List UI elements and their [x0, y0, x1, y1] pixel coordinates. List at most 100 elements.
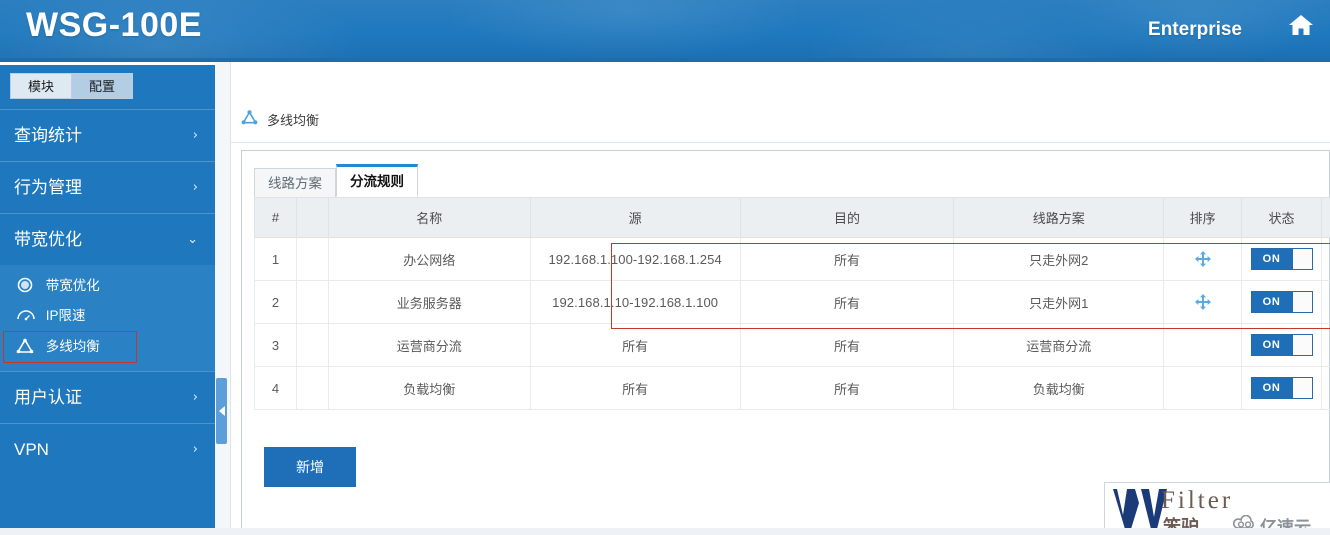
- status-toggle-knob: [1291, 335, 1312, 355]
- cell-spacer: [295, 280, 329, 324]
- sidebar-item-label: 行为管理: [14, 178, 82, 197]
- sidebar-item-label: 带宽优化: [14, 230, 82, 249]
- table-row[interactable]: 4 负载均衡 所有 所有 负载均衡 ON: [254, 366, 1330, 410]
- cell-sort: [1163, 323, 1243, 367]
- cell-name: 办公网络: [327, 237, 531, 281]
- cell-overflow: [1321, 237, 1330, 281]
- cell-sort: [1163, 366, 1243, 410]
- card-tab-bar: 线路方案 分流规则: [254, 164, 418, 199]
- module-tab-modules[interactable]: 模块: [10, 73, 73, 99]
- col-name: 名称: [327, 197, 531, 238]
- cell-name: 负载均衡: [327, 366, 531, 410]
- triangle-network-icon: [241, 109, 258, 130]
- cell-plan: 运营商分流: [953, 323, 1165, 367]
- sidebar-submenu-bandwidth: 带宽优化 IP限速 多线均衡: [0, 265, 215, 371]
- cell-source: 192.168.1.10-192.168.1.100: [529, 280, 741, 324]
- cell-sort[interactable]: [1163, 280, 1243, 324]
- tab-line-plan[interactable]: 线路方案: [254, 168, 336, 199]
- cell-name: 运营商分流: [327, 323, 531, 367]
- status-toggle[interactable]: ON: [1250, 334, 1313, 356]
- chevron-down-icon: ⌄: [187, 232, 198, 247]
- triangle-network-icon: [16, 335, 38, 354]
- cell-overflow: [1321, 366, 1330, 410]
- sidebar-subitem-ip-limit[interactable]: IP限速: [0, 301, 215, 331]
- tab-routing-rules[interactable]: 分流规则: [336, 164, 418, 197]
- col-overflow: [1321, 197, 1330, 238]
- cell-dest: 所有: [739, 366, 955, 410]
- cell-sort[interactable]: [1163, 237, 1243, 281]
- sidebar-item-query-stats[interactable]: 查询统计 ›: [0, 109, 215, 161]
- cell-state[interactable]: ON: [1241, 237, 1323, 281]
- sidebar-subitem-multiline-balance[interactable]: 多线均衡: [3, 331, 137, 363]
- cell-spacer: [295, 323, 329, 367]
- sidebar-item-user-auth[interactable]: 用户认证 ›: [0, 371, 215, 423]
- col-state: 状态: [1241, 197, 1323, 238]
- move-icon[interactable]: [1194, 251, 1211, 268]
- add-button[interactable]: 新增: [264, 447, 356, 487]
- main-content: 多线均衡 线路方案 分流规则 # 名称 源 目的 线路方案 排序 状态 1 办公…: [231, 62, 1330, 535]
- sidebar-item-label: 查询统计: [14, 126, 82, 145]
- cell-state[interactable]: ON: [1241, 323, 1323, 367]
- sidebar-item-bandwidth-opt[interactable]: 带宽优化 ⌄: [0, 213, 215, 265]
- col-plan: 线路方案: [953, 197, 1165, 238]
- chevron-right-icon: ›: [192, 128, 198, 143]
- chevron-left-icon: [218, 406, 225, 416]
- status-toggle-label: ON: [1251, 378, 1292, 398]
- cell-overflow: [1321, 323, 1330, 367]
- sidebar-collapse-handle[interactable]: [216, 378, 227, 444]
- cell-index: 2: [254, 280, 297, 324]
- status-toggle-label: ON: [1251, 335, 1292, 355]
- cell-state[interactable]: ON: [1241, 280, 1323, 324]
- sidebar-gutter: [215, 62, 231, 535]
- cell-name: 业务服务器: [327, 280, 531, 324]
- module-tab-config[interactable]: 配置: [72, 73, 134, 99]
- cell-dest: 所有: [739, 237, 955, 281]
- table-header-row: # 名称 源 目的 线路方案 排序 状态: [254, 197, 1330, 238]
- edition-label: Enterprise: [1148, 19, 1242, 40]
- chevron-right-icon: ›: [192, 390, 198, 405]
- chevron-right-icon: ›: [192, 442, 198, 457]
- status-toggle-label: ON: [1251, 249, 1292, 269]
- cell-overflow: [1321, 280, 1330, 324]
- status-toggle[interactable]: ON: [1250, 291, 1313, 313]
- sidebar: 模块 配置 查询统计 › 行为管理 › 带宽优化 ⌄ 带宽优化 IP限速 多线均…: [0, 62, 215, 535]
- footer-band: [0, 528, 1330, 535]
- breadcrumb-divider: [231, 142, 1330, 143]
- cell-source: 所有: [529, 366, 741, 410]
- cell-dest: 所有: [739, 323, 955, 367]
- table-row[interactable]: 3 运营商分流 所有 所有 运营商分流 ON: [254, 323, 1330, 367]
- cell-spacer: [295, 237, 329, 281]
- cell-source: 192.168.1.100-192.168.1.254: [529, 237, 741, 281]
- table-body: 1 办公网络 192.168.1.100-192.168.1.254 所有 只走…: [254, 237, 1330, 410]
- home-icon[interactable]: [1286, 10, 1316, 40]
- sidebar-subitem-label: 多线均衡: [45, 339, 100, 354]
- status-toggle-knob: [1291, 378, 1312, 398]
- cell-plan: 只走外网1: [953, 280, 1165, 324]
- table-row[interactable]: 2 业务服务器 192.168.1.10-192.168.1.100 所有 只走…: [254, 280, 1330, 324]
- status-toggle-knob: [1291, 292, 1312, 312]
- sidebar-item-vpn[interactable]: VPN ›: [0, 423, 215, 475]
- cell-state[interactable]: ON: [1241, 366, 1323, 410]
- cell-plan: 负载均衡: [953, 366, 1165, 410]
- app-header: WSG-100E Enterprise: [0, 0, 1330, 62]
- table-row[interactable]: 1 办公网络 192.168.1.100-192.168.1.254 所有 只走…: [254, 237, 1330, 281]
- status-toggle[interactable]: ON: [1250, 248, 1313, 270]
- cell-index: 4: [254, 366, 297, 410]
- col-spacer: [295, 197, 329, 238]
- move-icon[interactable]: [1194, 294, 1211, 311]
- status-toggle[interactable]: ON: [1250, 377, 1313, 399]
- sidebar-subitem-bandwidth-opt[interactable]: 带宽优化: [0, 271, 215, 301]
- col-index: #: [254, 197, 297, 238]
- table-head: # 名称 源 目的 线路方案 排序 状态: [254, 197, 1330, 238]
- sidebar-item-behavior-mgmt[interactable]: 行为管理 ›: [0, 161, 215, 213]
- app-root: WSG-100E Enterprise 模块 配置 查询统计 › 行为管理 › 带…: [0, 0, 1330, 535]
- status-toggle-label: ON: [1251, 292, 1292, 312]
- speedometer-icon: [16, 304, 38, 321]
- sidebar-subitem-label: IP限速: [45, 308, 86, 323]
- col-sort: 排序: [1163, 197, 1243, 238]
- cell-index: 1: [254, 237, 297, 281]
- cell-dest: 所有: [739, 280, 955, 324]
- breadcrumb: 多线均衡: [241, 108, 319, 130]
- col-source: 源: [529, 197, 741, 238]
- circle-icon: [16, 274, 38, 293]
